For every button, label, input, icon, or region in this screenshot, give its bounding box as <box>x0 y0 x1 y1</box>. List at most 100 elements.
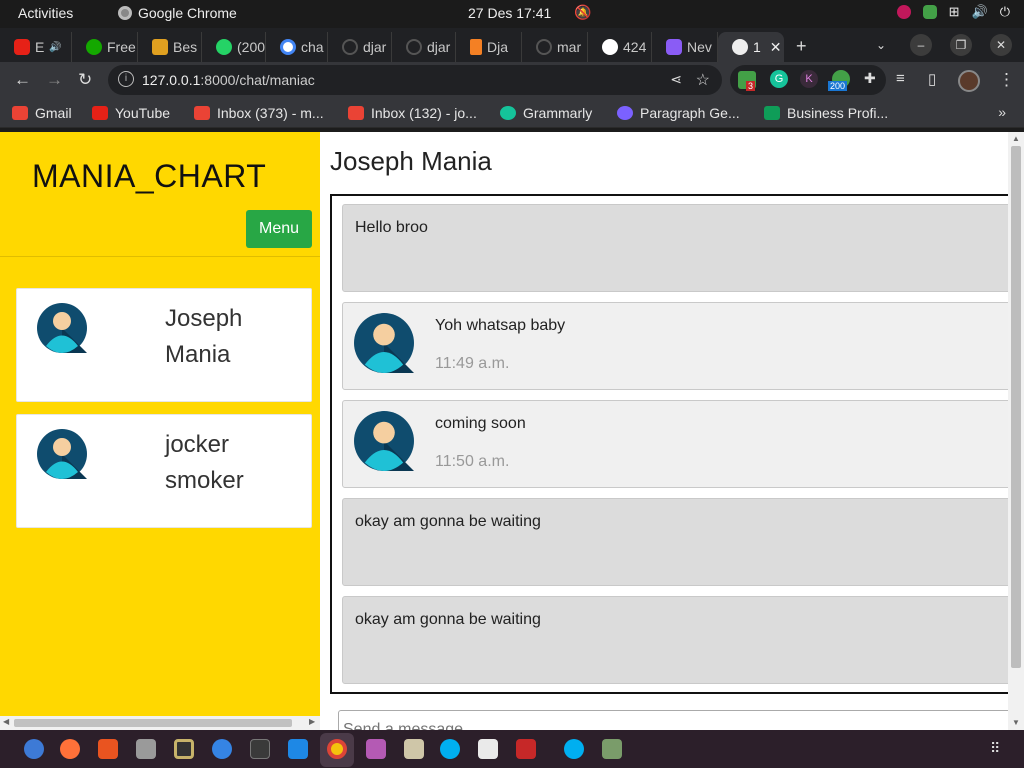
globe-icon <box>602 39 618 55</box>
contact-card[interactable]: Joseph Mania <box>16 288 312 402</box>
share-icon[interactable]: ⋖ <box>670 71 682 88</box>
address-bar[interactable]: i 127.0.0.1:8000/chat/maniac ⋖ ☆ <box>108 65 722 95</box>
activities-button[interactable]: Activities <box>18 5 73 21</box>
skype-icon[interactable] <box>440 739 460 759</box>
tab-new[interactable]: Nev <box>652 32 718 62</box>
tab-stackoverflow[interactable]: Dja <box>456 32 522 62</box>
message-item: okay am gonna be waiting <box>342 498 1012 586</box>
bookmark-inbox-373[interactable]: Inbox (373) - m... <box>194 105 324 121</box>
sidebar: MANIA_CHART Menu Joseph Mania jocker smo… <box>0 132 320 716</box>
contact-card[interactable]: jocker smoker <box>16 414 312 528</box>
tab-search-button[interactable]: ⌄ <box>870 34 892 56</box>
bookmark-gmail[interactable]: Gmail <box>12 105 72 121</box>
menu-button[interactable]: Menu <box>246 210 312 248</box>
tab-mania[interactable]: mar <box>522 32 588 62</box>
file-manager-icon[interactable] <box>136 739 156 759</box>
archive-icon[interactable] <box>404 739 424 759</box>
bookmark-youtube[interactable]: YouTube <box>92 105 170 121</box>
more-bookmarks-icon[interactable]: » <box>998 104 1006 120</box>
tab-label: mar <box>557 39 582 55</box>
message-time: 11:49 a.m. <box>435 355 510 372</box>
media-player-icon[interactable] <box>366 739 386 759</box>
close-tab-icon[interactable]: ✕ <box>770 39 782 56</box>
tab-label: Free <box>107 39 136 55</box>
new-tab-button[interactable]: + <box>796 36 807 57</box>
gmail-icon <box>348 106 364 120</box>
tab-django-2[interactable]: djar <box>392 32 456 62</box>
youtube-icon <box>92 106 108 120</box>
power-icon: ⏻ <box>999 4 1010 19</box>
globe-icon <box>732 39 748 55</box>
youtube-icon <box>14 39 30 55</box>
tab-google[interactable]: cha <box>266 32 328 62</box>
close-window-button[interactable]: ✕ <box>990 34 1012 56</box>
vscode-icon[interactable] <box>288 739 308 759</box>
media-control-icon[interactable]: ≡ <box>896 70 905 87</box>
app-menu[interactable]: Google Chrome <box>118 5 237 21</box>
firefox-icon[interactable] <box>60 739 80 759</box>
bookmark-business[interactable]: Business Profi... <box>764 105 888 121</box>
notifications-muted-icon: 🔕 <box>574 4 592 20</box>
puzzle-extensions-icon[interactable]: ✚ <box>864 70 876 87</box>
files-icon[interactable] <box>24 739 44 759</box>
gmail-icon <box>12 106 28 120</box>
grammarly-icon[interactable]: G <box>770 70 788 88</box>
message-text: Yoh whatsap baby <box>435 317 566 334</box>
chat-title: Joseph Mania <box>330 146 492 176</box>
scroll-up-arrow[interactable]: ▲ <box>1012 134 1020 143</box>
tab-label: Bes <box>173 39 198 55</box>
bookmark-grammarly[interactable]: Grammarly <box>500 105 592 121</box>
camera-icon[interactable] <box>174 739 194 759</box>
forward-icon[interactable]: → <box>46 70 63 90</box>
contact-name: Joseph Mania <box>165 305 243 368</box>
browser-toolbar: ← → ↻ i 127.0.0.1:8000/chat/maniac ⋖ ☆ 3… <box>0 62 1024 98</box>
tab-active-chat[interactable]: 1 ✕ <box>718 32 784 62</box>
tab-youtube[interactable]: E 🔊 <box>0 32 72 62</box>
terminal-red-icon[interactable] <box>516 739 536 759</box>
back-icon[interactable]: ← <box>14 70 31 90</box>
tab-django-1[interactable]: djar <box>328 32 392 62</box>
k-extension-icon[interactable]: K <box>800 70 818 88</box>
business-icon <box>764 106 780 120</box>
bookmark-paragraph[interactable]: Paragraph Ge... <box>617 105 740 121</box>
page-viewport: MANIA_CHART Menu Joseph Mania jocker smo… <box>0 132 1024 730</box>
profile-avatar[interactable] <box>958 70 980 92</box>
clock[interactable]: 27 Des 17:41 <box>468 5 551 21</box>
horizontal-scrollbar[interactable]: ◀ ▶ <box>0 716 320 730</box>
scroll-left-arrow[interactable]: ◀ <box>3 717 9 726</box>
tab-whatsapp[interactable]: (200 <box>202 32 266 62</box>
vertical-scrollbar[interactable]: ▲ ▼ <box>1008 132 1024 730</box>
scroll-down-arrow[interactable]: ▼ <box>1012 718 1020 727</box>
minimize-button[interactable]: – <box>910 34 932 56</box>
scrollbar-thumb[interactable] <box>1011 146 1021 668</box>
message-item: okay am gonna be waiting <box>342 596 1012 684</box>
scrollbar-thumb[interactable] <box>14 719 292 727</box>
scroll-right-arrow[interactable]: ▶ <box>309 717 315 726</box>
tab-upwork[interactable]: Free <box>72 32 138 62</box>
tab-424[interactable]: 424 <box>588 32 652 62</box>
site-info-icon[interactable]: i <box>118 71 134 87</box>
text-editor-icon[interactable] <box>478 739 498 759</box>
network-icon: ⊞ <box>948 4 960 19</box>
tab-best[interactable]: Bes <box>138 32 202 62</box>
brand-title: MANIA_CHART <box>32 158 267 194</box>
bookmark-inbox-132[interactable]: Inbox (132) - jo... <box>348 105 477 121</box>
chrome-menu-icon[interactable]: ⋮ <box>998 70 1015 90</box>
help-icon[interactable] <box>212 739 232 759</box>
bookmark-label: YouTube <box>115 105 171 121</box>
reload-icon[interactable]: ↻ <box>78 70 92 90</box>
chrome-icon[interactable] <box>327 739 347 759</box>
message-input[interactable] <box>338 710 1018 730</box>
bookmark-star-icon[interactable]: ☆ <box>696 70 710 90</box>
show-apps-icon[interactable]: ⠿ <box>990 740 1000 757</box>
system-tray[interactable]: ⊞ 🔊 ⏻ <box>896 4 1010 20</box>
terminal-icon[interactable] <box>250 739 270 759</box>
trash-icon[interactable] <box>602 739 622 759</box>
side-panel-icon[interactable]: ▯ <box>928 70 936 88</box>
message-item: coming soon 11:50 a.m. <box>342 400 1012 488</box>
skype-icon[interactable] <box>564 739 584 759</box>
maximize-button[interactable]: ❐ <box>950 34 972 56</box>
bookmark-label: Grammarly <box>523 105 593 121</box>
url-text[interactable]: 127.0.0.1:8000/chat/maniac <box>142 72 315 88</box>
software-center-icon[interactable] <box>98 739 118 759</box>
